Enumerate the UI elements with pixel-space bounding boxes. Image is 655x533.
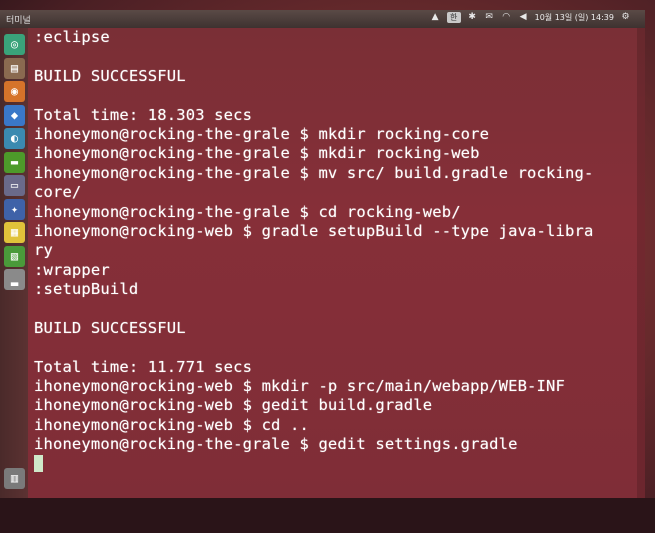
disk-icon[interactable]: ▂ xyxy=(4,269,25,290)
terminal-line: ry xyxy=(34,241,53,260)
terminal-line: ihoneymon@rocking-the-grale $ mv src/ bu… xyxy=(34,163,594,182)
screen-bottom-edge xyxy=(0,498,655,533)
desktop-screen: 터미널 ▲ 한 ✱ ✉ ◠ ◀ 10월 13일 (일) 14:39 ⚙ ◎ ▤ ◉ ◆… xyxy=(0,0,655,533)
terminal-line: ihoneymon@rocking-web $ cd .. xyxy=(34,415,309,434)
wifi-icon[interactable]: ◠ xyxy=(501,12,512,23)
network-icon[interactable]: ▲ xyxy=(430,12,441,23)
launcher: ◎ ▤ ◉ ◆ ◐ ▬ ▭ ✦ ▦ ▧ ▂ ▥ xyxy=(0,28,28,498)
trash-icon[interactable]: ▥ xyxy=(4,468,25,489)
terminal-output: :eclipse BUILD SUCCESSFUL Total time: 18.3… xyxy=(34,28,593,474)
terminal-line: BUILD SUCCESSFUL xyxy=(34,66,186,85)
terminal-line: :wrapper xyxy=(34,260,110,279)
bluetooth-icon[interactable]: ✱ xyxy=(467,12,478,23)
power-gear-icon[interactable]: ⚙ xyxy=(620,12,631,23)
terminal-line: ihoneymon@rocking-the-grale $ mkdir rock… xyxy=(34,144,480,163)
input-method-indicator[interactable]: 한 xyxy=(446,12,461,23)
firefox-icon[interactable]: ◉ xyxy=(4,81,25,102)
terminal-line: :eclipse xyxy=(34,28,110,46)
terminal-line: ihoneymon@rocking-web $ gradle setupBuil… xyxy=(34,221,594,240)
terminal-line: Total time: 18.303 secs xyxy=(34,105,253,124)
terminal-line: BUILD SUCCESSFUL xyxy=(34,318,186,337)
top-panel: 터미널 ▲ 한 ✱ ✉ ◠ ◀ 10월 13일 (일) 14:39 ⚙ xyxy=(0,10,645,28)
terminal-line: core/ xyxy=(34,183,82,202)
dash-icon[interactable]: ◎ xyxy=(4,34,25,55)
terminal-line: ihoneymon@rocking-web $ gedit build.grad… xyxy=(34,396,433,415)
terminal-line: ihoneymon@rocking-the-grale $ gedit sett… xyxy=(34,435,518,454)
monitor-icon[interactable]: ▭ xyxy=(4,175,25,196)
window-title: 터미널 xyxy=(6,16,31,26)
volume-icon[interactable]: ◀ xyxy=(518,12,529,23)
terminal-scrollbar[interactable] xyxy=(637,28,645,498)
clock[interactable]: 10월 13일 (일) 14:39 xyxy=(535,12,614,23)
spreadsheet-icon[interactable]: ▧ xyxy=(4,245,25,267)
mail-icon[interactable]: ✉ xyxy=(484,12,495,23)
terminal-prompt-line[interactable] xyxy=(34,454,593,474)
files-icon[interactable]: ▤ xyxy=(4,57,25,79)
terminal-line: ihoneymon@rocking-web $ mkdir -p src/mai… xyxy=(34,377,565,396)
text-cursor xyxy=(34,454,43,472)
terminal-line: :setupBuild xyxy=(34,280,139,299)
software-icon[interactable]: ✦ xyxy=(4,198,25,220)
terminal-line: ihoneymon@rocking-the-grale $ cd rocking… xyxy=(34,202,461,221)
eclipse-icon[interactable]: ◐ xyxy=(4,128,25,149)
terminal-line: Total time: 11.771 secs xyxy=(34,357,253,376)
terminal-icon[interactable]: ▬ xyxy=(4,151,25,173)
system-tray: ▲ 한 ✱ ✉ ◠ ◀ 10월 13일 (일) 14:39 ⚙ xyxy=(430,12,631,23)
terminal-window[interactable]: :eclipse BUILD SUCCESSFUL Total time: 18.3… xyxy=(28,28,645,498)
terminal-line: ihoneymon@rocking-the-grale $ mkdir rock… xyxy=(34,124,490,143)
browser-icon[interactable]: ◆ xyxy=(4,104,25,126)
document-icon[interactable]: ▦ xyxy=(4,222,25,243)
